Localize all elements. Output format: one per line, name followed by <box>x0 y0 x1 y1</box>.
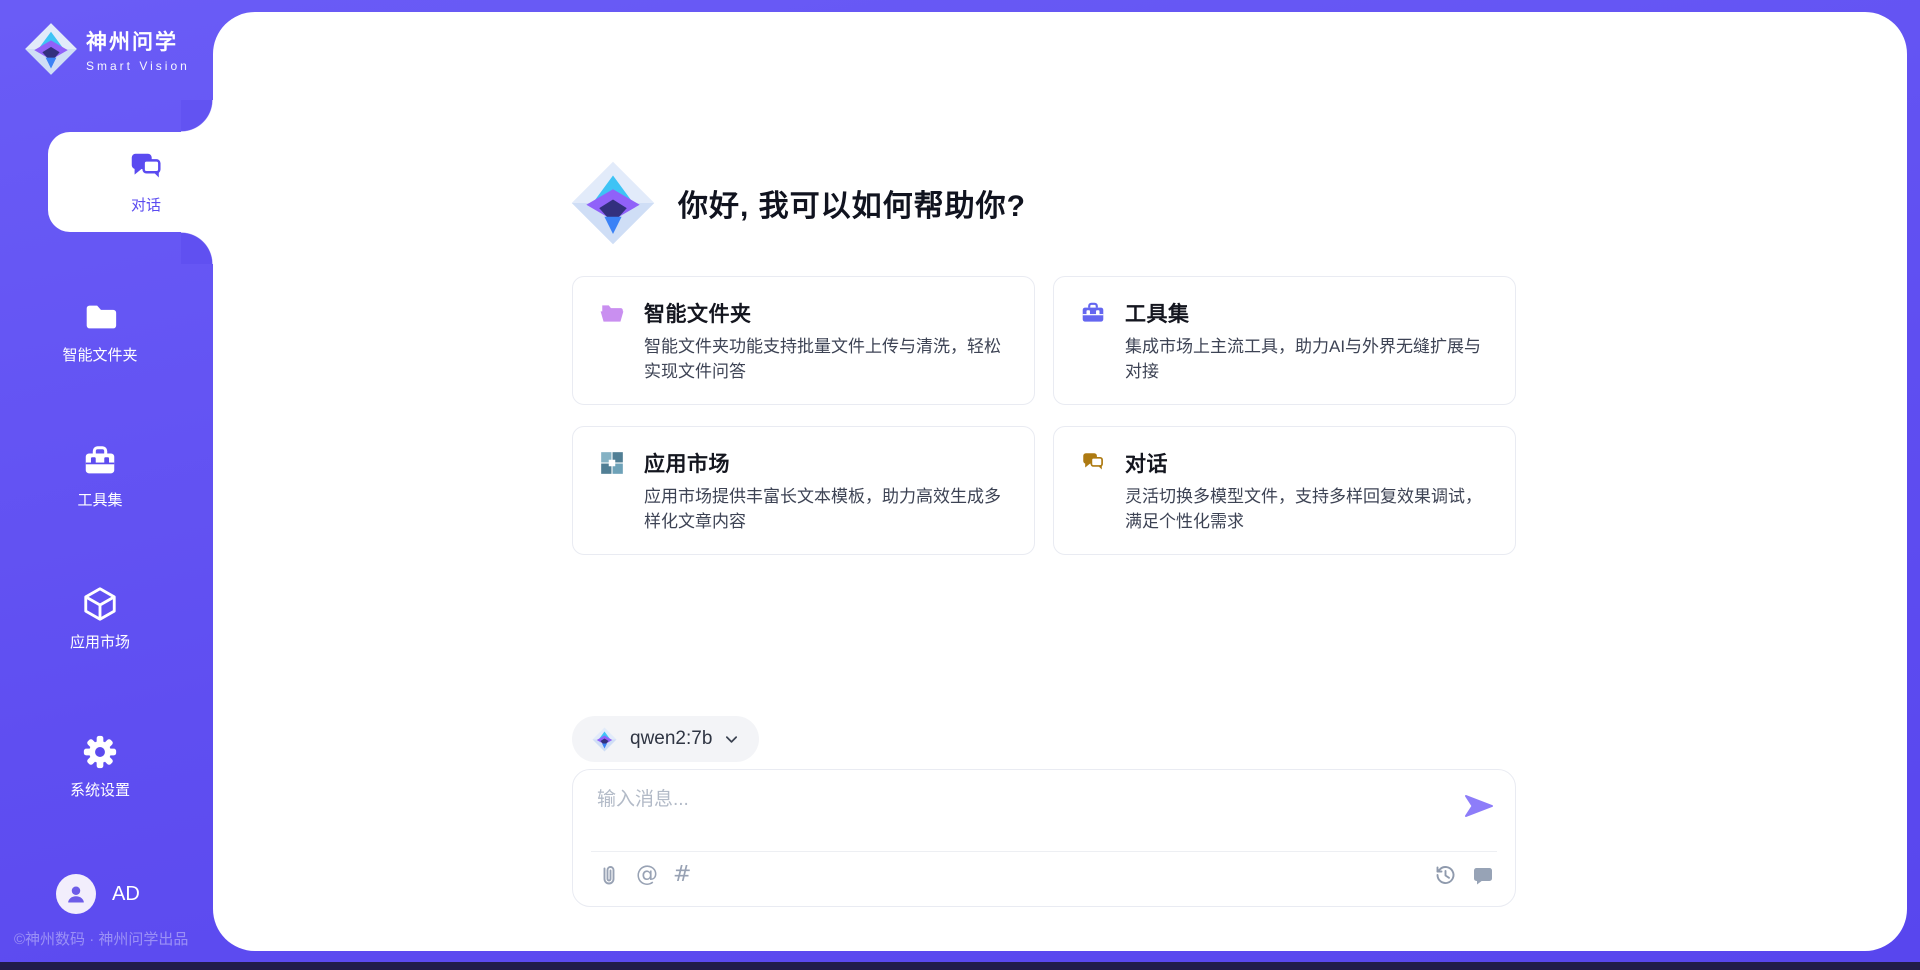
attach-file-button[interactable] <box>597 863 621 887</box>
sidebar-item-app-market[interactable]: 应用市场 <box>0 585 200 652</box>
model-name: qwen2:7b <box>630 728 712 750</box>
greeting: 你好, 我可以如何帮助你? <box>570 160 1026 246</box>
cube-icon <box>81 585 119 623</box>
gear-icon <box>81 733 119 771</box>
send-button[interactable] <box>1463 790 1495 822</box>
app-logo[interactable]: 神州问学 Smart Vision <box>24 22 190 76</box>
chat-icon <box>1080 450 1106 476</box>
folder-open-icon <box>599 300 625 326</box>
user-account[interactable]: AD <box>56 874 140 914</box>
avatar <box>56 874 96 914</box>
card-title: 对话 <box>1125 448 1168 478</box>
composer-divider <box>591 851 1497 852</box>
history-button[interactable] <box>1433 863 1457 887</box>
history-icon <box>1433 863 1457 887</box>
card-app-market[interactable]: 应用市场 应用市场提供丰富长文本模板，助力高效生成多样化文章内容 <box>572 426 1035 555</box>
greeting-logo-icon <box>570 160 656 246</box>
brand-diamond-icon <box>24 22 78 76</box>
model-selector[interactable]: qwen2:7b <box>572 716 759 762</box>
card-title: 应用市场 <box>644 448 730 478</box>
at-icon: @ <box>636 863 658 887</box>
sidebar-item-settings[interactable]: 系统设置 <box>0 733 200 800</box>
card-header: 应用市场 <box>599 448 1010 478</box>
tab-fillet-bottom <box>181 232 213 264</box>
card-toolset[interactable]: 工具集 集成市场上主流工具，助力AI与外界无缝扩展与对接 <box>1053 276 1516 405</box>
model-logo-icon <box>592 727 617 752</box>
message-input[interactable] <box>597 784 1437 842</box>
card-description: 智能文件夹功能支持批量文件上传与清洗，轻松实现文件问答 <box>644 335 1010 384</box>
brand-text: 神州问学 Smart Vision <box>86 26 190 73</box>
toolbox-icon <box>81 443 119 481</box>
folder-icon <box>81 298 119 336</box>
composer-tools-right <box>1433 863 1495 887</box>
card-header: 智能文件夹 <box>599 298 1010 328</box>
card-description: 灵活切换多模型文件，支持多样回复效果调试，满足个性化需求 <box>1125 485 1491 534</box>
greeting-title: 你好, 我可以如何帮助你? <box>678 181 1026 225</box>
toolbox-icon <box>1080 300 1106 326</box>
copyright-text: ©神州数码 · 神州问学出品 <box>14 928 188 949</box>
card-description: 应用市场提供丰富长文本模板，助力高效生成多样化文章内容 <box>644 485 1010 534</box>
message-composer: @ # <box>572 769 1516 907</box>
pixel-cube-icon <box>599 450 625 476</box>
hash-icon: # <box>673 863 691 887</box>
chat-bubble-icon <box>1471 863 1495 887</box>
sidebar-item-toolset[interactable]: 工具集 <box>0 443 200 510</box>
brand-name: 神州问学 <box>86 26 190 56</box>
card-description: 集成市场上主流工具，助力AI与外界无缝扩展与对接 <box>1125 335 1491 384</box>
paperclip-icon <box>597 863 621 887</box>
card-smart-folder[interactable]: 智能文件夹 智能文件夹功能支持批量文件上传与清洗，轻松实现文件问答 <box>572 276 1035 405</box>
person-icon <box>63 881 89 907</box>
card-chat[interactable]: 对话 灵活切换多模型文件，支持多样回复效果调试，满足个性化需求 <box>1053 426 1516 555</box>
chat-icon <box>127 149 165 187</box>
sidebar-item-label: 对话 <box>131 194 161 215</box>
mention-button[interactable]: @ <box>636 863 658 887</box>
brand-subtitle: Smart Vision <box>86 59 190 73</box>
sidebar-item-label: 智能文件夹 <box>62 344 137 365</box>
sidebar-item-label: 系统设置 <box>70 779 130 800</box>
topic-button[interactable]: # <box>673 863 691 887</box>
chevron-down-icon <box>724 732 739 747</box>
send-icon <box>1463 790 1495 822</box>
card-title: 工具集 <box>1125 298 1190 328</box>
window-bottom-edge <box>0 962 1920 970</box>
user-initials: AD <box>112 883 140 906</box>
card-header: 对话 <box>1080 448 1491 478</box>
sidebar-item-label: 工具集 <box>77 489 122 510</box>
composer-tools-left: @ # <box>597 863 691 887</box>
card-title: 智能文件夹 <box>644 298 752 328</box>
card-header: 工具集 <box>1080 298 1491 328</box>
chat-bubble-button[interactable] <box>1471 863 1495 887</box>
feature-cards: 智能文件夹 智能文件夹功能支持批量文件上传与清洗，轻松实现文件问答 工具集 集成… <box>572 276 1516 555</box>
sidebar-item-chat[interactable]: 对话 <box>48 132 244 232</box>
sidebar-item-label: 应用市场 <box>70 631 130 652</box>
sidebar-item-smart-folder[interactable]: 智能文件夹 <box>0 298 200 365</box>
tab-fillet-top <box>181 100 213 132</box>
